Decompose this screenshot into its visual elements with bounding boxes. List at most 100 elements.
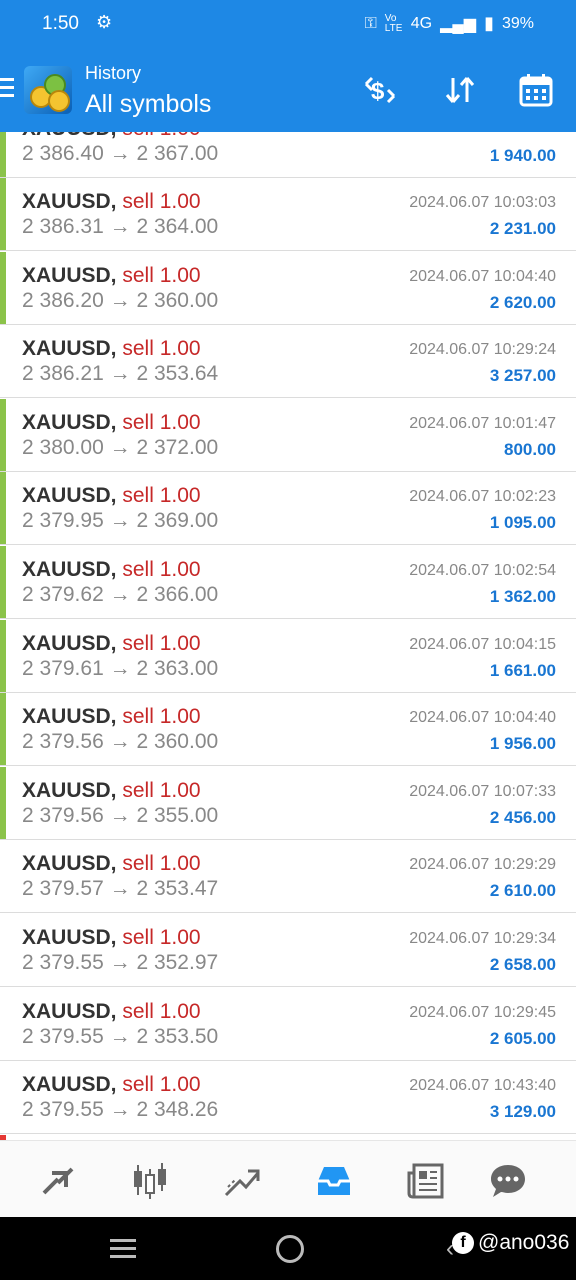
symbol-filter[interactable]: All symbols xyxy=(85,90,211,119)
deal-symbol: XAUUSD, sell 1.00 xyxy=(22,337,201,361)
profit-marker xyxy=(0,178,6,250)
deal-profit: 2 456.00 xyxy=(489,807,556,827)
deal-symbol: XAUUSD, sell 1.00 xyxy=(22,778,201,802)
deal-prices: 2 379.55 → 2 348.26 xyxy=(22,1098,219,1122)
deal-profit: 1 661.00 xyxy=(489,660,556,680)
deal-profit: 3 129.00 xyxy=(489,1102,556,1122)
news-icon[interactable] xyxy=(404,1159,448,1203)
messages-icon[interactable] xyxy=(486,1159,530,1203)
watermark: f @ano036 xyxy=(452,1231,569,1255)
deal-symbol: XAUUSD, sell 1.00 xyxy=(22,190,201,213)
profit-marker xyxy=(0,693,6,766)
deal-prices: 2 379.56 → 2 360.00 xyxy=(22,730,219,754)
profit-marker xyxy=(0,619,6,692)
history-icon[interactable] xyxy=(312,1159,356,1203)
deal-symbol: XAUUSD, sell 1.00 xyxy=(22,631,201,655)
deal-time: 2024.06.07 10:02:23 xyxy=(409,488,556,506)
deal-prices: 2 379.61 → 2 363.00 xyxy=(22,656,219,680)
profit-marker xyxy=(0,132,6,177)
list-item[interactable]: XAUUSD, sell 1.00 2 379.55 → 2 352.97 2024… xyxy=(0,914,576,987)
deal-time: 2024.06.07 10:02:54 xyxy=(409,562,556,579)
list-item[interactable]: XAUUSD, sell 1.00 2 386.40 → 2 367.00 1 … xyxy=(0,132,576,178)
list-item[interactable]: XAUUSD, sell 1.00 2 379.95 → 2 369.00 2024… xyxy=(0,472,576,546)
deal-time: 2024.06.07 10:03:03 xyxy=(409,194,556,211)
deal-time: 2024.06.07 10:01:47 xyxy=(409,414,556,432)
deal-symbol: XAUUSD, sell 1.00 xyxy=(22,558,201,581)
app-bar: History All symbols $ xyxy=(0,48,576,132)
list-item[interactable]: XAUUSD, sell 1.00 2 386.21 → 2 353.64 2024… xyxy=(0,325,576,399)
deal-profit: 2 620.00 xyxy=(489,292,556,312)
list-item[interactable]: XAUUSD, sell 1.00 2 386.31 → 2 364.00 2024… xyxy=(0,178,576,251)
deal-symbol: XAUUSD, sell 1.00 xyxy=(22,705,201,729)
status-bar: 1:50 ⚙ ⚿ Vo LTE 4G ▂▄▆ ▮ 39% xyxy=(0,0,576,48)
deal-profit: 3 257.00 xyxy=(489,366,556,386)
battery-level: 39% xyxy=(501,14,534,32)
list-item[interactable]: XAUUSD, sell 1.00 2 379.56 → 2 360.00 2024… xyxy=(0,693,576,767)
deal-time: 2024.06.07 10:29:24 xyxy=(409,341,556,359)
settings-gear-icon: ⚙ xyxy=(96,12,113,32)
deal-time: 2024.06.07 10:04:40 xyxy=(409,267,556,285)
deal-symbol: XAUUSD, sell 1.00 xyxy=(22,263,201,287)
deal-prices: 2 379.55 → 2 352.97 xyxy=(22,951,219,974)
deal-prices: 2 379.95 → 2 369.00 xyxy=(22,509,219,533)
deal-profit: 2 231.00 xyxy=(489,219,556,238)
app-logo-icon xyxy=(24,66,72,114)
calendar-icon[interactable] xyxy=(516,70,556,110)
list-item[interactable]: XAUUSD, sell 1.00 2 379.55 → 2 348.26 2024… xyxy=(0,1061,576,1135)
deal-prices: 2 379.55 → 2 353.50 xyxy=(22,1024,219,1048)
list-item[interactable]: XAUUSD, sell 1.00 2 379.62 → 2 366.00 2024… xyxy=(0,546,576,619)
profit-marker xyxy=(0,546,6,618)
volte-label: Vo LTE xyxy=(384,12,403,34)
list-item[interactable]: XAUUSD, sell 1.00 2 379.55 → 2 353.50 2024… xyxy=(0,987,576,1061)
list-item[interactable]: XAUUSD, sell 1.00 2 379.57 → 2 353.47 2024… xyxy=(0,840,576,914)
trade-icon[interactable] xyxy=(220,1159,264,1203)
facebook-icon: f xyxy=(452,1232,474,1254)
recent-apps-icon[interactable] xyxy=(110,1239,136,1263)
deal-prices: 2 386.21 → 2 353.64 xyxy=(22,362,219,386)
profit-marker xyxy=(0,398,6,471)
deal-symbol: XAUUSD, sell 1.00 xyxy=(22,852,201,876)
deal-prices: 2 379.62 → 2 366.00 xyxy=(22,583,219,606)
svg-text:$: $ xyxy=(371,78,385,105)
watermark-handle: @ano036 xyxy=(478,1231,570,1254)
deal-prices: 2 380.00 → 2 372.00 xyxy=(22,435,219,459)
deal-profit: 1 362.00 xyxy=(489,587,556,606)
deal-profit: 800.00 xyxy=(504,439,556,459)
bottom-navigation xyxy=(0,1140,576,1218)
history-list[interactable]: XAUUSD, sell 1.00 2 386.40 → 2 367.00 1 … xyxy=(0,132,576,1135)
page-title: History xyxy=(85,63,142,83)
list-item[interactable]: XAUUSD, sell 1.00 2 379.56 → 2 355.00 2024… xyxy=(0,766,576,840)
deal-prices: 2 386.31 → 2 364.00 xyxy=(22,215,219,238)
profit-marker xyxy=(0,472,6,545)
list-item[interactable]: XAUUSD, sell 1.00 2 379.61 → 2 363.00 2024… xyxy=(0,619,576,693)
currency-filter-icon[interactable]: $ xyxy=(360,70,400,110)
deal-symbol: XAUUSD, sell 1.00 xyxy=(22,132,201,141)
deal-time: 2024.06.07 10:29:29 xyxy=(409,856,556,874)
deal-profit: 1 940.00 xyxy=(489,146,556,165)
deal-time: 2024.06.07 10:29:45 xyxy=(409,1003,556,1021)
deal-profit: 2 658.00 xyxy=(489,955,556,974)
network-label: 4G xyxy=(410,14,433,32)
menu-icon[interactable] xyxy=(0,78,14,102)
deal-symbol: XAUUSD, sell 1.00 xyxy=(22,926,201,949)
home-icon[interactable] xyxy=(276,1235,304,1263)
deal-symbol: XAUUSD, sell 1.00 xyxy=(22,484,201,508)
sort-icon[interactable] xyxy=(440,70,480,110)
system-navigation-bar: ‹ f @ano036 xyxy=(0,1217,576,1280)
key-icon: ⚿ xyxy=(364,14,377,32)
deal-prices: 2 386.20 → 2 360.00 xyxy=(22,288,219,312)
deal-prices: 2 379.56 → 2 355.00 xyxy=(22,803,219,827)
quotes-icon[interactable] xyxy=(36,1159,80,1203)
deal-time: 2024.06.07 10:29:34 xyxy=(409,930,556,947)
chart-icon[interactable] xyxy=(128,1159,172,1203)
list-item[interactable]: XAUUSD, sell 1.00 2 380.00 → 2 372.00 2024… xyxy=(0,398,576,472)
signal-icon: ▂▄▆ xyxy=(440,15,477,33)
deal-profit: 2 605.00 xyxy=(489,1028,556,1048)
deal-time: 2024.06.07 10:07:33 xyxy=(409,782,556,800)
deal-symbol: XAUUSD, sell 1.00 xyxy=(22,1073,201,1097)
deal-profit: 2 610.00 xyxy=(489,881,556,901)
profit-marker xyxy=(0,766,6,839)
deal-time: 2024.06.07 10:04:40 xyxy=(409,709,556,727)
list-item[interactable]: XAUUSD, sell 1.00 2 386.20 → 2 360.00 2024… xyxy=(0,251,576,325)
status-icons: ⚿ Vo LTE 4G ▂▄▆ ▮ 39% xyxy=(365,13,534,34)
